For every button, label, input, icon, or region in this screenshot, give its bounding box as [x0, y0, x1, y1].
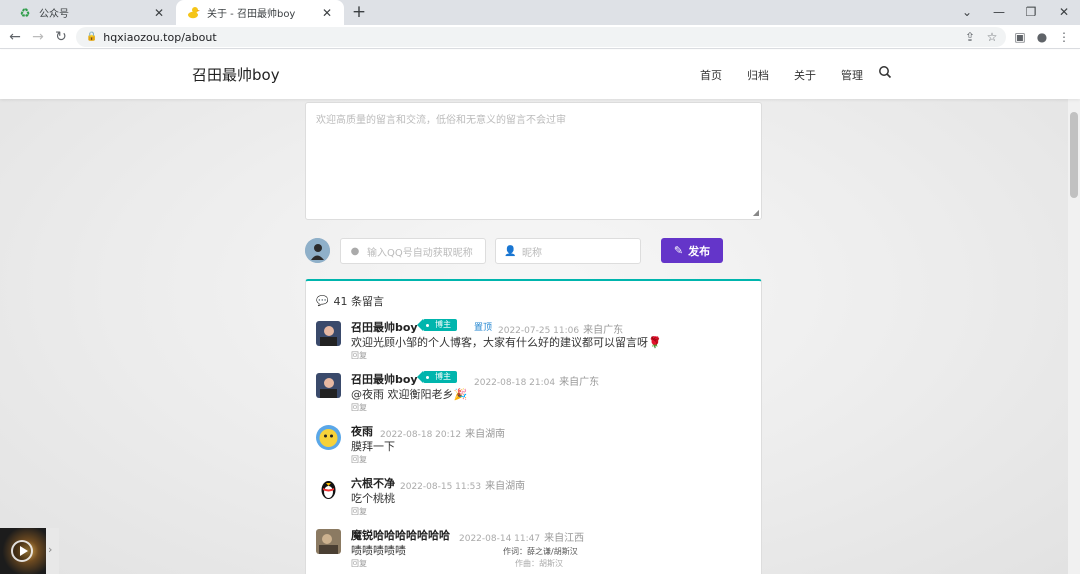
url-text: hqxiaozou.top/about — [103, 30, 217, 44]
comment-item: 夜雨 2022-08-18 20:12 来自湖南 膜拜一下 回复 — [316, 423, 756, 473]
scrollbar-thumb[interactable] — [1070, 112, 1078, 198]
resize-handle-icon[interactable]: ◢ — [753, 208, 759, 217]
share-icon[interactable]: ⇪ — [960, 27, 980, 47]
comment-body: 啧啧啧啧啧 — [351, 544, 406, 557]
site-brand[interactable]: 召田最帅boy — [192, 64, 280, 85]
reload-button[interactable]: ↻ — [51, 27, 71, 47]
reply-link[interactable]: 回复 — [351, 350, 367, 361]
lock-icon: 🔒 — [86, 32, 98, 42]
profile-icon[interactable]: ● — [1032, 27, 1052, 47]
reply-link[interactable]: 回复 — [351, 402, 367, 413]
reply-link[interactable]: 回复 — [351, 454, 367, 465]
minimize-button[interactable]: — — [988, 2, 1010, 22]
comment-time: 2022-08-18 21:04 — [474, 378, 556, 388]
comment-count-label: 41 条留言 — [333, 295, 384, 308]
comment-meta: 2022-08-18 20:12 来自湖南 — [380, 425, 505, 440]
comment-body: 欢迎光顾小邹的个人博客，大家有什么好的建议都可以留言呀🌹 — [351, 336, 662, 349]
nickname-input[interactable]: 👤 昵称 — [495, 238, 641, 264]
comment-meta: 2022-08-15 11:53 来自湖南 — [400, 477, 525, 492]
comment-location: 来自广东 — [559, 377, 600, 388]
comment-textarea[interactable]: 欢迎高质量的留言和交流，低俗和无意义的留言不会过审 ◢ — [305, 102, 762, 220]
new-tab-button[interactable]: + — [350, 3, 368, 21]
browser-tab-strip: ♻ 公众号 ✕ 关于 - 召田最帅boy ✕ + ⌄ — ❐ ✕ — [0, 0, 1080, 25]
forward-button[interactable]: → — [28, 27, 48, 47]
restore-button[interactable]: ❐ — [1020, 2, 1042, 22]
qq-icon: ● — [350, 245, 360, 257]
close-icon[interactable]: ✕ — [152, 6, 166, 20]
tab-official-account[interactable]: ♻ 公众号 ✕ — [8, 0, 176, 25]
textarea-placeholder: 欢迎高质量的留言和交流，低俗和无意义的留言不会过审 — [316, 115, 566, 126]
comment-time: 2022-08-15 11:53 — [400, 482, 482, 492]
duck-icon — [186, 6, 200, 20]
play-icon[interactable] — [11, 540, 33, 562]
address-bar[interactable]: 🔒 hqxiaozou.top/about — [76, 27, 1006, 47]
qq-penguin-icon — [316, 477, 341, 502]
nav-archive[interactable]: 归档 — [747, 67, 769, 83]
browser-toolbar: ← → ↻ 🔒 hqxiaozou.top/about ⇪ ☆ ▣ ● ⋮ — [0, 25, 1080, 49]
back-button[interactable]: ← — [5, 27, 25, 47]
publish-label: 发布 — [688, 244, 711, 258]
comment-author[interactable]: 夜雨 — [351, 423, 373, 439]
comment-meta: 2022-08-14 11:47 来自江西 — [459, 529, 584, 544]
comment-item: 六根不净 2022-08-15 11:53 来自湖南 吃个桃桃 回复 — [316, 475, 756, 525]
chevron-down-icon[interactable]: ⌄ — [956, 2, 978, 22]
comment-meta: 2022-08-18 21:04 来自广东 — [474, 373, 599, 388]
site-header: 召田最帅boy 首页 归档 关于 管理 — [0, 50, 1080, 99]
qq-input[interactable]: ● 输入QQ号自动获取昵称 — [340, 238, 486, 264]
comment-list: 💬 41 条留言 召田最帅boy 博主 置顶 2022-07-25 11:06 来… — [305, 279, 762, 574]
reply-link[interactable]: 回复 — [351, 558, 367, 569]
recycle-icon: ♻ — [19, 5, 31, 20]
comment-body: 膜拜一下 — [351, 440, 395, 453]
comment-author[interactable]: 召田最帅boy — [351, 371, 418, 387]
comment-author[interactable]: 魔锐哈哈哈哈哈哈哈 — [351, 527, 450, 543]
chevron-right-icon[interactable]: › — [48, 543, 52, 556]
comment-item: 召田最帅boy 博主 置顶 2022-07-25 11:06 来自广东 欢迎光顾小… — [316, 319, 756, 369]
nav-about[interactable]: 关于 — [794, 67, 816, 83]
avatar — [316, 529, 341, 554]
chat-icon: 💬 — [316, 295, 329, 307]
avatar — [316, 425, 341, 450]
tab-title: 关于 - 召田最帅boy — [207, 9, 296, 20]
avatar — [316, 321, 341, 346]
sidepanel-icon[interactable]: ▣ — [1010, 27, 1030, 47]
nav-home[interactable]: 首页 — [700, 67, 722, 83]
tab-title: 公众号 — [39, 9, 69, 20]
edit-icon: ✎ — [673, 244, 684, 257]
star-icon[interactable]: ☆ — [982, 27, 1002, 47]
author-badge: 博主 — [417, 371, 457, 383]
avatar — [316, 373, 341, 398]
comment-body: @夜雨 欢迎衡阳老乡🎉 — [351, 388, 468, 401]
tab-about[interactable]: 关于 - 召田最帅boy ✕ — [176, 0, 344, 25]
avatar — [305, 238, 330, 263]
reply-link[interactable]: 回复 — [351, 506, 367, 517]
comment-author[interactable]: 召田最帅boy — [351, 319, 418, 335]
comment-author[interactable]: 六根不净 — [351, 475, 395, 491]
author-badge: 博主 — [417, 319, 457, 331]
user-icon: 👤 — [504, 245, 517, 257]
lyric-line: 作词：薛之谦/胡斯汉 — [503, 547, 578, 556]
menu-icon[interactable]: ⋮ — [1054, 27, 1074, 47]
pinned-tag: 置顶 — [474, 323, 493, 333]
nav-admin[interactable]: 管理 — [841, 67, 863, 83]
search-icon[interactable] — [878, 65, 892, 79]
qq-placeholder: 输入QQ号自动获取昵称 — [367, 247, 473, 259]
nickname-placeholder: 昵称 — [522, 247, 542, 259]
publish-button[interactable]: ✎ 发布 — [661, 238, 723, 263]
comment-count: 💬 41 条留言 — [316, 293, 384, 309]
comment-location: 来自江西 — [544, 533, 585, 544]
comment-time: 2022-08-14 11:47 — [459, 534, 541, 544]
close-icon[interactable]: ✕ — [320, 6, 334, 20]
comment-body: 吃个桃桃 — [351, 492, 395, 505]
comment-item: 召田最帅boy 博主 2022-08-18 21:04 来自广东 @夜雨 欢迎衡阳… — [316, 371, 756, 421]
comment-location: 来自湖南 — [465, 429, 506, 440]
comment-location: 来自湖南 — [485, 481, 526, 492]
window-close-button[interactable]: ✕ — [1053, 2, 1075, 22]
lyric-line: 作曲：胡斯汉 — [515, 559, 563, 568]
